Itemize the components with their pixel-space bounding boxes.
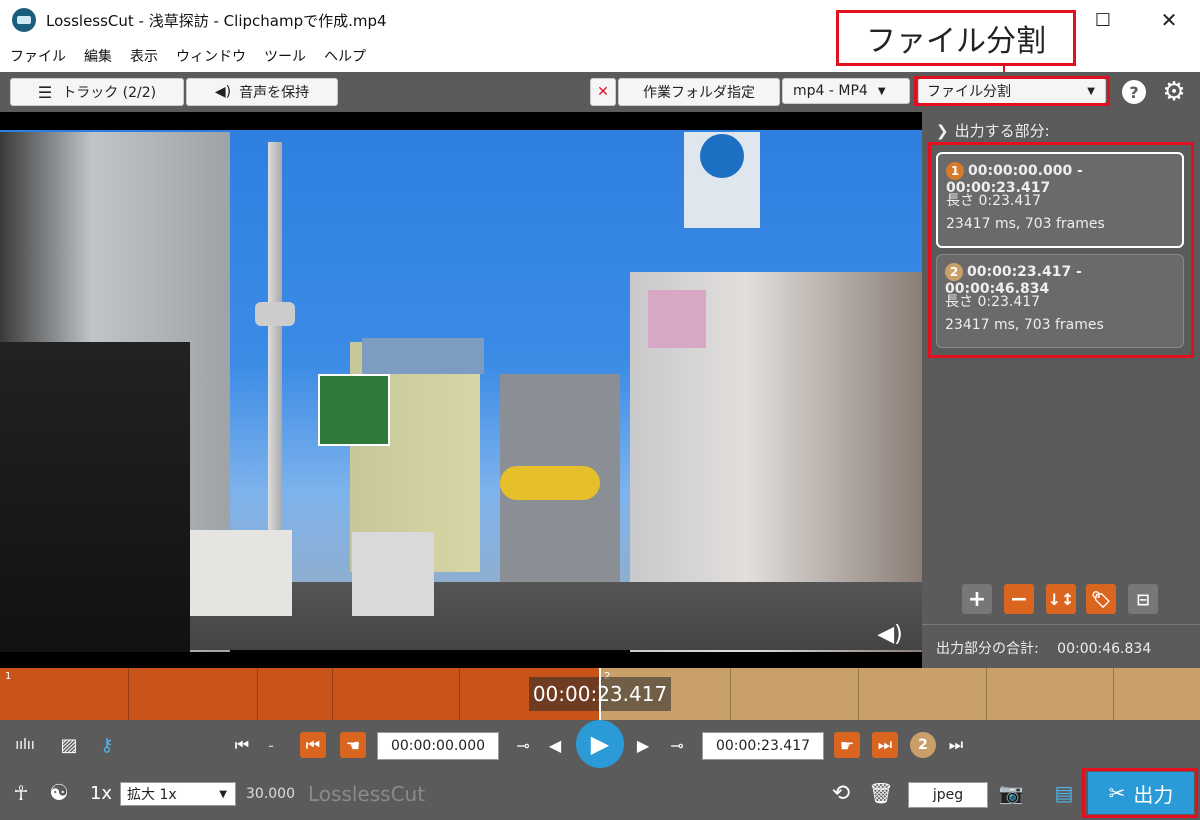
split-segment-icon[interactable]: ⊟ bbox=[1128, 584, 1158, 614]
menu-view[interactable]: 表示 bbox=[130, 46, 158, 66]
highlight-export bbox=[1082, 768, 1198, 818]
playhead[interactable] bbox=[599, 668, 601, 720]
menu-file[interactable]: ファイル bbox=[10, 46, 66, 66]
tower-deck bbox=[255, 302, 295, 326]
play-button[interactable]: ▶ bbox=[576, 720, 624, 768]
separator-text: - bbox=[268, 735, 274, 755]
menu-window[interactable]: ウィンドウ bbox=[176, 46, 246, 66]
tracks-button[interactable]: ☰ トラック (2/2) bbox=[10, 78, 184, 106]
help-icon[interactable]: ? bbox=[1122, 80, 1146, 104]
speed-label: 1x bbox=[89, 782, 113, 804]
app-logo-icon bbox=[12, 8, 36, 32]
accessibility-icon[interactable]: ☥ bbox=[8, 778, 34, 808]
rotate-icon[interactable]: ⟲ bbox=[826, 778, 856, 808]
clear-workdir-button[interactable]: ✕ bbox=[590, 78, 616, 106]
workdir-button[interactable]: 作業フォルダ指定 bbox=[618, 78, 780, 106]
building-top bbox=[362, 338, 484, 374]
timeline-segment-1[interactable] bbox=[0, 668, 600, 720]
jump-cut-start-icon[interactable]: ⏮ bbox=[300, 732, 326, 758]
waveform-icon[interactable]: ıılıı bbox=[8, 732, 42, 758]
chevron-right-icon[interactable]: ❯ bbox=[936, 122, 949, 140]
fps-label: 30.000 bbox=[246, 786, 295, 802]
keep-audio-button[interactable]: ◀) 音声を保持 bbox=[186, 78, 338, 106]
jump-cut-end-icon[interactable]: ⏭ bbox=[872, 732, 898, 758]
frame-back-icon[interactable]: ◀ bbox=[546, 732, 564, 758]
camera-icon[interactable]: 📷 bbox=[996, 778, 1026, 808]
zoom-select[interactable]: 拡大 1x ▼ bbox=[120, 782, 236, 806]
tower bbox=[268, 142, 282, 562]
key-icon[interactable]: ⚷ bbox=[92, 732, 122, 758]
divider bbox=[922, 624, 1200, 625]
sort-segments-icon[interactable]: ↓↕ bbox=[1046, 584, 1076, 614]
hamburger-icon: ☰ bbox=[37, 82, 53, 102]
speaker-icon: ◀) bbox=[214, 84, 232, 100]
calendar-icon[interactable]: ▤ bbox=[1050, 778, 1078, 808]
keyframe-prev-icon[interactable]: ⊸ bbox=[508, 732, 538, 758]
keyframe-next-icon[interactable]: ⊸ bbox=[662, 732, 692, 758]
volume-icon[interactable]: ◀) bbox=[870, 618, 910, 650]
control-bar: ıılıı ▨ ⚷ ⏮ - ⏮ ☚ 00:00:00.000 ⊸ ◀ ▶ ▶ ⊸… bbox=[0, 720, 1200, 820]
menu-edit[interactable]: 編集 bbox=[84, 46, 112, 66]
callout-annotation: ファイル分割 bbox=[836, 10, 1076, 66]
highlight-segments bbox=[928, 142, 1194, 358]
capture-format-select[interactable]: jpeg bbox=[908, 782, 988, 808]
video-preview: ◀) bbox=[0, 112, 922, 668]
thumbnails-icon[interactable]: ▨ bbox=[54, 732, 84, 758]
truck bbox=[352, 532, 434, 616]
golden-sculpture bbox=[500, 466, 600, 500]
billboard bbox=[648, 290, 706, 348]
menu-tools[interactable]: ツール bbox=[264, 46, 306, 66]
menu-help[interactable]: ヘルプ bbox=[324, 46, 366, 66]
gear-icon[interactable]: ⚙ bbox=[1160, 77, 1188, 107]
set-cut-end-icon[interactable]: ☛ bbox=[834, 732, 860, 758]
maximize-button[interactable]: ☐ bbox=[1080, 0, 1126, 40]
remove-segment-icon[interactable]: − bbox=[1004, 584, 1034, 614]
trash-icon[interactable]: 🗑 bbox=[868, 778, 894, 808]
traffic-sign bbox=[700, 134, 744, 178]
brand-label: LosslessCut bbox=[308, 782, 426, 806]
segments-header: ❯ 出力する部分: bbox=[936, 122, 1050, 140]
segments-total: 出力部分の合計: 00:00:46.834 bbox=[936, 641, 1152, 657]
tag-icon[interactable]: 🏷 bbox=[1086, 584, 1116, 614]
cut-end-field[interactable]: 00:00:23.417 bbox=[702, 732, 824, 760]
truck bbox=[188, 530, 292, 616]
set-cut-start-icon[interactable]: ☚ bbox=[340, 732, 366, 758]
add-segment-icon[interactable]: + bbox=[962, 584, 992, 614]
road-sign bbox=[318, 374, 390, 446]
frame-forward-icon[interactable]: ▶ bbox=[634, 732, 652, 758]
chevron-down-icon: ▼ bbox=[219, 788, 227, 800]
rickshaw bbox=[0, 342, 190, 652]
yin-yang-icon[interactable]: ☯ bbox=[44, 778, 74, 808]
highlight-mode bbox=[914, 76, 1110, 106]
format-select[interactable]: mp4 - MP4 ▼ bbox=[782, 78, 910, 104]
timeline-marker-1: 1 bbox=[5, 671, 12, 682]
segment-counter-badge: 2 bbox=[910, 732, 936, 758]
cut-start-field[interactable]: 00:00:00.000 bbox=[377, 732, 499, 760]
window-title: LosslessCut - 浅草探訪 - Clipchampで作成.mp4 bbox=[46, 11, 387, 30]
jump-end-icon[interactable]: ⏭ bbox=[946, 732, 966, 758]
jump-start-icon[interactable]: ⏮ bbox=[232, 732, 252, 758]
close-button[interactable]: ✕ bbox=[1146, 0, 1192, 40]
chevron-down-icon: ▼ bbox=[877, 85, 886, 97]
